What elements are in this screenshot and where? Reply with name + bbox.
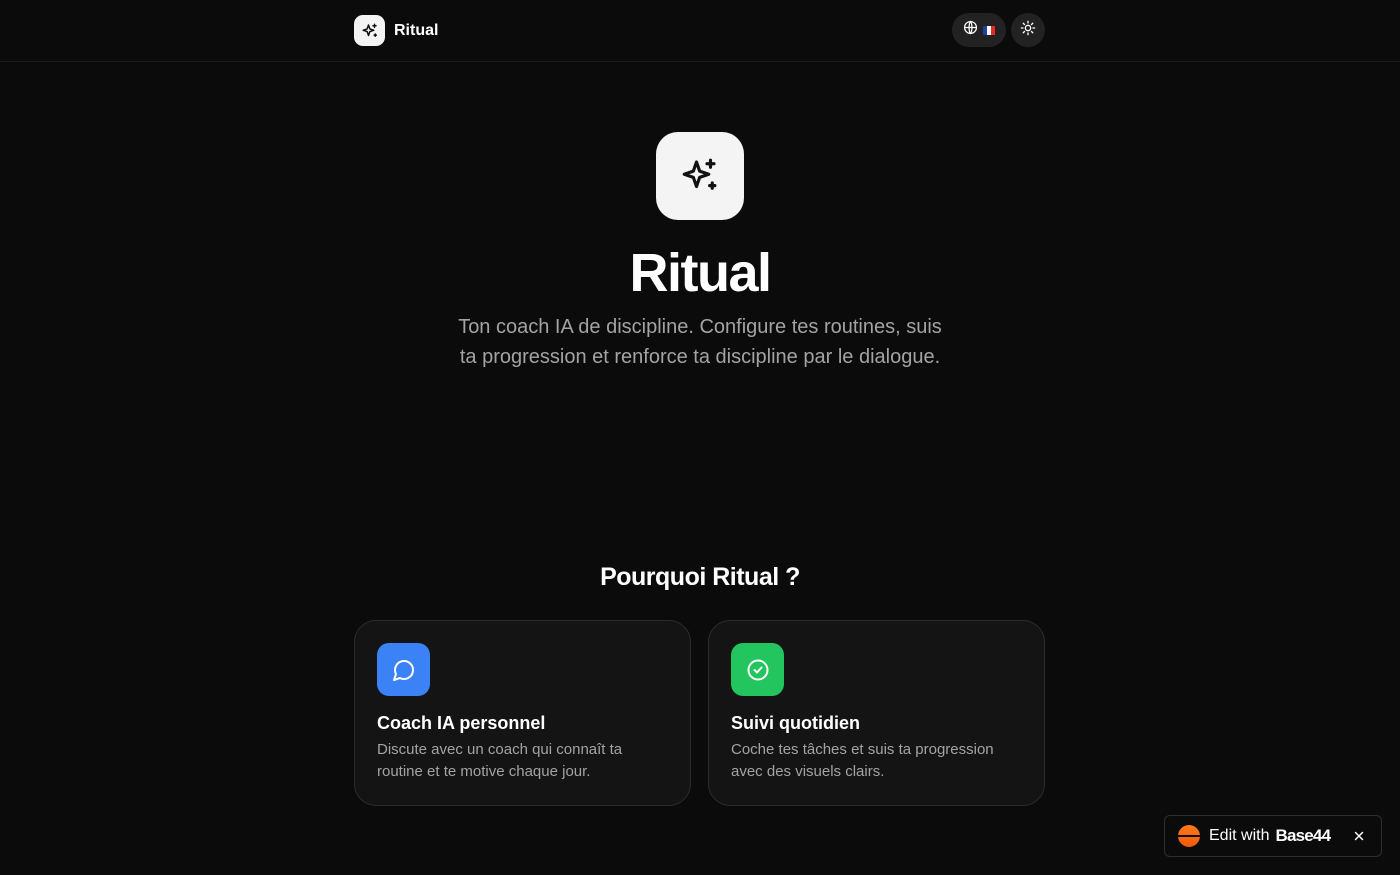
hero-sparkles-icon (656, 132, 744, 220)
features-title: Pourquoi Ritual ? (600, 563, 800, 591)
feature-card-coach: Coach IA personnel Discute avec un coach… (354, 620, 691, 806)
brand-home-link[interactable]: Ritual (354, 15, 438, 46)
feature-card-tracking: Suivi quotidien Coche tes tâches et suis… (708, 620, 1045, 806)
theme-toggle-button[interactable] (1011, 13, 1045, 47)
brand-name: Ritual (394, 21, 439, 39)
hero-title: Ritual (629, 243, 772, 303)
language-switcher-button[interactable] (952, 13, 1006, 47)
edit-badge-brand: Base44 (1275, 826, 1331, 845)
top-navigation-bar: Ritual (0, 0, 1400, 62)
feature-card-description: Discute avec un coach qui connaît ta rou… (377, 741, 623, 780)
flag-france-icon (982, 25, 996, 35)
close-icon[interactable] (1351, 828, 1367, 844)
header-actions (952, 13, 1045, 47)
edit-badge-label: Edit with (1209, 827, 1270, 844)
globe-icon (963, 20, 978, 40)
edit-with-base44-badge[interactable]: Edit with Base44 (1164, 815, 1382, 857)
base44-logo-icon (1178, 825, 1200, 847)
feature-card-title: Coach IA personnel (377, 713, 546, 733)
message-circle-icon (377, 643, 430, 696)
feature-card-description: Coche tes tâches et suis ta progression … (731, 741, 994, 780)
check-circle-icon (731, 643, 784, 696)
sun-icon (1020, 20, 1036, 41)
sparkles-icon (354, 15, 385, 46)
hero-subtitle: Ton coach IA de discipline. Configure te… (458, 316, 942, 368)
feature-card-title: Suivi quotidien (731, 713, 860, 733)
